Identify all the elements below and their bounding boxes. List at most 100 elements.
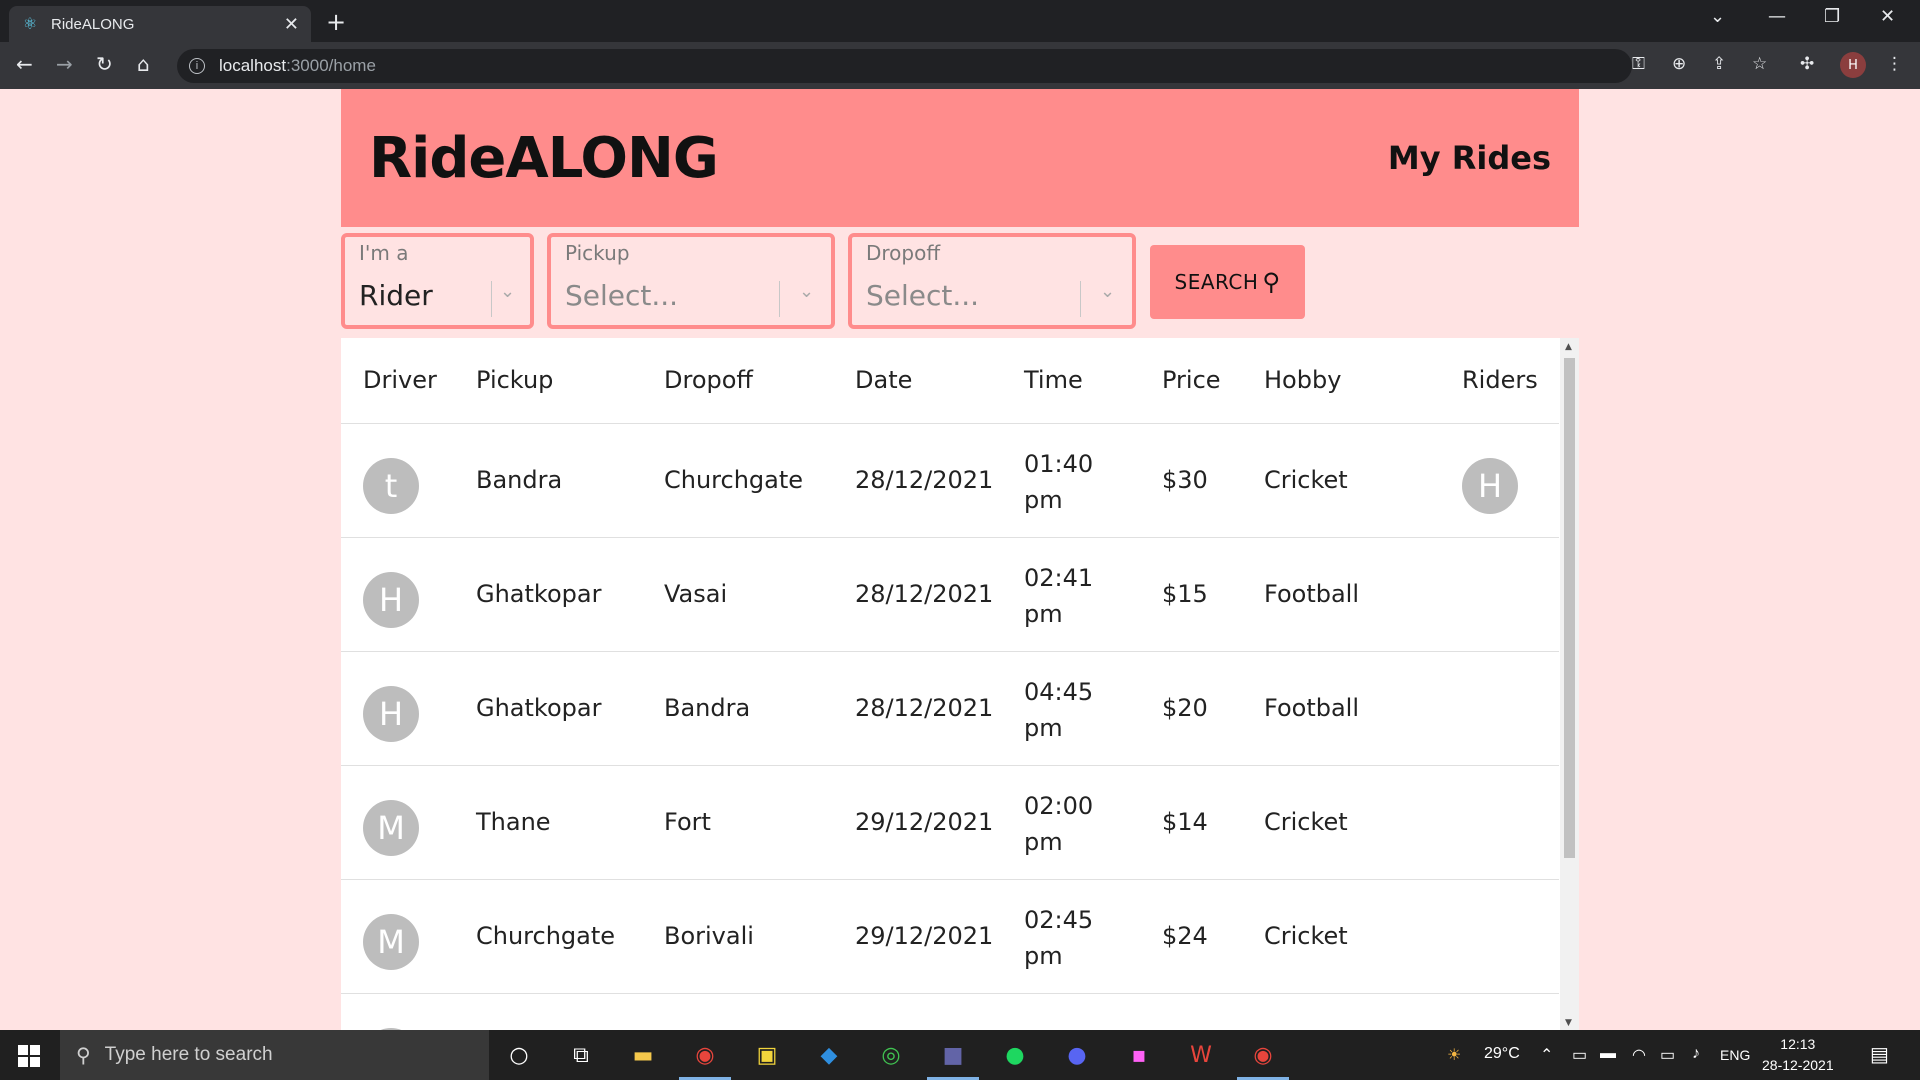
display-icon[interactable]: ▭ bbox=[1660, 1045, 1675, 1065]
weather-icon[interactable]: ☀ bbox=[1447, 1045, 1461, 1065]
taskbar-search-placeholder: Type here to search bbox=[104, 1044, 273, 1065]
column-header: Riders bbox=[1462, 366, 1538, 394]
column-header: Dropoff bbox=[664, 366, 753, 394]
pickup-cell: Churchgate bbox=[476, 922, 616, 950]
site-info-icon[interactable]: i bbox=[189, 58, 205, 74]
menu-icon[interactable]: ⋮ bbox=[1886, 54, 1903, 74]
forward-icon[interactable]: → bbox=[56, 52, 73, 76]
driver-avatar[interactable]: t bbox=[363, 458, 419, 514]
whatsapp-icon[interactable]: ◎ bbox=[875, 1040, 907, 1070]
chevron-down-icon[interactable]: ⌄ bbox=[799, 281, 814, 302]
hobby-cell: Cricket bbox=[1264, 466, 1348, 494]
discord-icon[interactable]: ● bbox=[1061, 1040, 1093, 1070]
hobby-cell: Football bbox=[1264, 580, 1360, 608]
scroll-down-icon[interactable]: ▼ bbox=[1565, 1018, 1572, 1028]
table-row[interactable]: M Thane Fort 29/12/2021 02:00 pm $14 Cric… bbox=[341, 766, 1559, 880]
home-icon[interactable]: ⌂ bbox=[137, 52, 150, 76]
search-button[interactable]: SEARCH ⚲ bbox=[1150, 245, 1305, 319]
browser-tabbar: ⚛ RideALONG ✕ + ⌄ — ❐ ✕ bbox=[0, 0, 1920, 42]
time-value: 02:41 bbox=[1024, 564, 1094, 592]
notifications-icon[interactable]: ▤ bbox=[1870, 1042, 1889, 1067]
windows-start-icon[interactable] bbox=[18, 1045, 40, 1067]
pycharm-icon[interactable]: ▣ bbox=[751, 1040, 783, 1070]
meet-now-icon[interactable]: ▭ bbox=[1572, 1045, 1587, 1065]
microphone-icon[interactable]: ♪ bbox=[1692, 1045, 1700, 1063]
clock-time: 12:13 bbox=[1780, 1036, 1816, 1052]
app-header: RideALONG My Rides bbox=[341, 89, 1579, 227]
file-explorer-icon[interactable]: ▬ bbox=[627, 1040, 659, 1070]
taskbar-clock[interactable]: 12:13 28-12-2021 bbox=[1762, 1034, 1834, 1076]
brand-title: RideALONG bbox=[369, 125, 719, 191]
rides-table: Driver Pickup Dropoff Date Time Price Ho… bbox=[341, 338, 1559, 1030]
wifi-icon[interactable]: ◠ bbox=[1632, 1045, 1646, 1065]
table-scrollbar[interactable]: ▲ ▼ bbox=[1560, 338, 1579, 1030]
back-icon[interactable]: ← bbox=[16, 52, 33, 76]
role-select[interactable]: I'm a Rider ⌄ bbox=[341, 233, 534, 329]
dropoff-cell: Fort bbox=[664, 808, 711, 836]
close-tab-icon[interactable]: ✕ bbox=[284, 14, 299, 35]
pickup-cell: Bandra bbox=[476, 466, 563, 494]
cortana-icon[interactable]: ○ bbox=[503, 1040, 535, 1070]
battery-icon[interactable]: ▬ bbox=[1600, 1045, 1616, 1063]
time-meridiem: pm bbox=[1024, 486, 1063, 514]
table-row[interactable]: M Churchgate Borivali 29/12/2021 02:45 pm… bbox=[341, 880, 1559, 994]
wps-office-icon[interactable]: W bbox=[1185, 1040, 1217, 1070]
time-meridiem: pm bbox=[1024, 714, 1063, 742]
table-row-partial[interactable] bbox=[341, 994, 1559, 1030]
language-indicator[interactable]: ENG bbox=[1720, 1047, 1750, 1063]
spotify-icon[interactable]: ● bbox=[999, 1040, 1031, 1070]
vscode-icon[interactable]: ◆ bbox=[813, 1040, 845, 1070]
browser-tab[interactable]: ⚛ RideALONG ✕ bbox=[9, 6, 311, 42]
share-icon[interactable]: ⇪ bbox=[1712, 54, 1726, 74]
rider-avatar[interactable]: H bbox=[1462, 458, 1518, 514]
profile-avatar[interactable]: H bbox=[1840, 52, 1866, 78]
rides-table-container: Driver Pickup Dropoff Date Time Price Ho… bbox=[341, 338, 1579, 1030]
filter-bar: I'm a Rider ⌄ Pickup Select... ⌄ Dropoff… bbox=[341, 227, 1579, 335]
my-rides-link[interactable]: My Rides bbox=[1388, 139, 1551, 177]
hobby-cell: Football bbox=[1264, 694, 1360, 722]
driver-avatar[interactable]: M bbox=[363, 914, 419, 970]
key-icon[interactable]: ⚿ bbox=[1632, 54, 1645, 74]
reload-icon[interactable]: ↻ bbox=[96, 52, 113, 76]
price-cell: $24 bbox=[1162, 922, 1208, 950]
driver-avatar[interactable]: M bbox=[363, 800, 419, 856]
chrome-icon[interactable]: ◉ bbox=[679, 1040, 731, 1080]
pickup-select[interactable]: Pickup Select... ⌄ bbox=[547, 233, 835, 329]
adobe-xd-icon[interactable]: ▪ bbox=[1123, 1040, 1155, 1070]
table-row[interactable]: H Ghatkopar Vasai 28/12/2021 02:41 pm $15… bbox=[341, 538, 1559, 652]
hobby-cell: Cricket bbox=[1264, 808, 1348, 836]
extensions-icon[interactable]: ✣ bbox=[1800, 54, 1814, 74]
bookmark-star-icon[interactable]: ☆ bbox=[1752, 54, 1767, 74]
zoom-icon[interactable]: ⊕ bbox=[1672, 54, 1686, 74]
scroll-up-icon[interactable]: ▲ bbox=[1565, 342, 1572, 352]
chrome-profile-icon[interactable]: ◉ bbox=[1237, 1040, 1289, 1080]
teams-icon[interactable]: ■ bbox=[927, 1040, 979, 1080]
window-close-icon[interactable]: ✕ bbox=[1880, 6, 1895, 27]
address-bar[interactable]: i localhost :3000/home bbox=[177, 49, 1632, 83]
table-row[interactable]: t Bandra Churchgate 28/12/2021 01:40 pm $… bbox=[341, 424, 1559, 538]
tab-search-icon[interactable]: ⌄ bbox=[1710, 6, 1725, 27]
role-label: I'm a bbox=[359, 241, 409, 265]
dropoff-cell: Vasai bbox=[664, 580, 728, 608]
scrollbar-thumb[interactable] bbox=[1564, 358, 1575, 858]
dropoff-select[interactable]: Dropoff Select... ⌄ bbox=[848, 233, 1136, 329]
taskbar-search[interactable]: ⚲ Type here to search bbox=[60, 1030, 489, 1080]
pickup-label: Pickup bbox=[565, 241, 630, 265]
restore-icon[interactable]: ❐ bbox=[1824, 6, 1840, 27]
weather-temp[interactable]: 29°C bbox=[1484, 1045, 1520, 1063]
table-header: Driver Pickup Dropoff Date Time Price Ho… bbox=[341, 338, 1559, 424]
chevron-up-icon[interactable]: ⌃ bbox=[1540, 1045, 1553, 1065]
chevron-down-icon[interactable]: ⌄ bbox=[500, 281, 515, 302]
time-value: 01:40 bbox=[1024, 450, 1094, 478]
table-row[interactable]: H Ghatkopar Bandra 28/12/2021 04:45 pm $2… bbox=[341, 652, 1559, 766]
chevron-down-icon[interactable]: ⌄ bbox=[1100, 281, 1115, 302]
driver-avatar[interactable]: H bbox=[363, 572, 419, 628]
new-tab-icon[interactable]: + bbox=[326, 8, 346, 36]
time-meridiem: pm bbox=[1024, 942, 1063, 970]
separator bbox=[1080, 281, 1081, 317]
minimize-icon[interactable]: — bbox=[1768, 6, 1786, 27]
driver-avatar[interactable]: H bbox=[363, 686, 419, 742]
dropoff-cell: Borivali bbox=[664, 922, 754, 950]
task-view-icon[interactable]: ⧉ bbox=[565, 1040, 597, 1070]
pickup-cell: Thane bbox=[476, 808, 551, 836]
